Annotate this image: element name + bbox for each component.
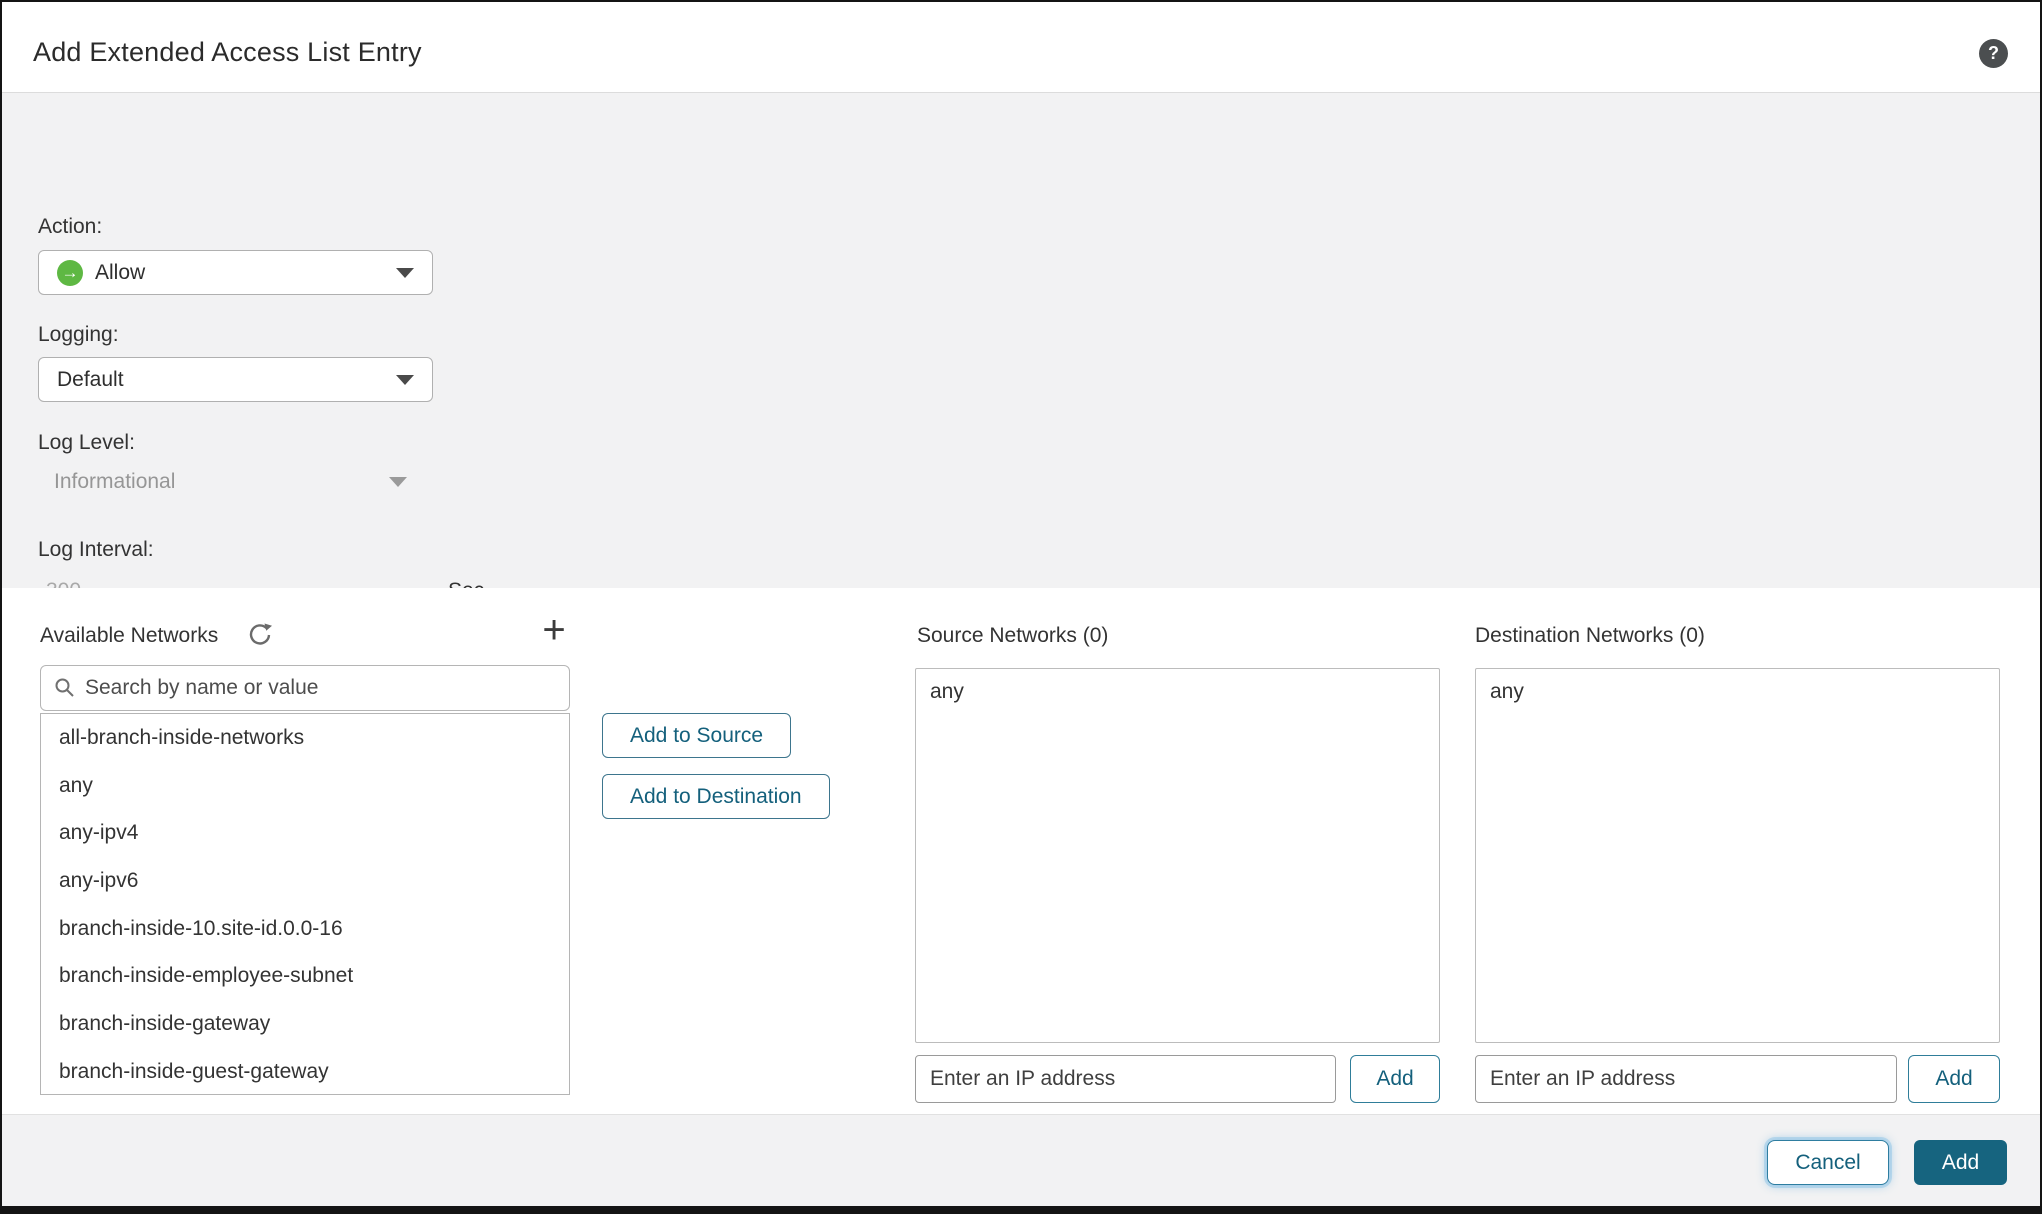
action-value: Allow (95, 261, 145, 285)
allow-arrow-icon: → (57, 260, 83, 286)
destination-networks-title: Destination Networks (0) (1475, 624, 1705, 648)
list-item[interactable]: any-ipv4 (41, 809, 569, 857)
logging-label: Logging: (38, 323, 119, 347)
logging-dropdown[interactable]: Default (38, 357, 433, 402)
source-ip-input[interactable] (915, 1055, 1336, 1103)
source-networks-title: Source Networks (0) (917, 624, 1108, 648)
add-acl-entry-dialog: Add Extended Access List Entry ? Action:… (0, 0, 2042, 1214)
search-input[interactable] (85, 676, 557, 700)
chevron-down-icon (389, 477, 407, 487)
destination-network-item[interactable]: any (1476, 669, 1999, 715)
available-networks-title: Available Networks (40, 624, 218, 648)
add-to-destination-button[interactable]: Add to Destination (602, 774, 830, 819)
refresh-icon[interactable] (246, 619, 276, 649)
list-item[interactable]: branch-inside-10.site-id.0.0-16 (41, 905, 569, 953)
list-item[interactable]: branch-inside-guest-gateway (41, 1048, 569, 1095)
cancel-button[interactable]: Cancel (1767, 1140, 1889, 1185)
log-interval-label: Log Interval: (38, 538, 154, 562)
list-item[interactable]: any (41, 762, 569, 810)
log-level-label: Log Level: (38, 431, 135, 455)
add-network-object-icon[interactable]: + (536, 610, 572, 650)
log-level-value: Informational (54, 470, 175, 494)
help-icon[interactable]: ? (1979, 39, 2008, 68)
destination-ip-input[interactable] (1475, 1055, 1897, 1103)
source-network-item[interactable]: any (916, 669, 1439, 715)
logging-value: Default (57, 368, 124, 392)
add-to-source-button[interactable]: Add to Source (602, 713, 791, 758)
log-level-dropdown-disabled: Informational (38, 465, 423, 499)
action-dropdown[interactable]: → Allow (38, 250, 433, 295)
list-item[interactable]: any-ipv6 (41, 857, 569, 905)
add-button[interactable]: Add (1914, 1140, 2007, 1185)
destination-ip-add-button[interactable]: Add (1908, 1055, 2000, 1103)
action-label: Action: (38, 215, 102, 239)
form-area: Action: → Allow Logging: Default Log Lev… (2, 92, 2040, 588)
dialog-header: Add Extended Access List Entry ? (2, 2, 2040, 92)
search-icon (53, 676, 77, 700)
list-item[interactable]: branch-inside-gateway (41, 1000, 569, 1048)
list-item[interactable]: branch-inside-employee-subnet (41, 952, 569, 1000)
dialog-footer (2, 1114, 2040, 1208)
available-networks-list[interactable]: all-branch-inside-networks any any-ipv4 … (40, 713, 570, 1095)
destination-networks-box[interactable]: any (1475, 668, 2000, 1043)
chevron-down-icon (396, 268, 414, 278)
source-ip-add-button[interactable]: Add (1350, 1055, 1440, 1103)
list-item[interactable]: all-branch-inside-networks (41, 714, 569, 762)
source-networks-box[interactable]: any (915, 668, 1440, 1043)
dialog-title: Add Extended Access List Entry (33, 37, 422, 68)
chevron-down-icon (396, 375, 414, 385)
available-networks-search[interactable] (40, 665, 570, 711)
